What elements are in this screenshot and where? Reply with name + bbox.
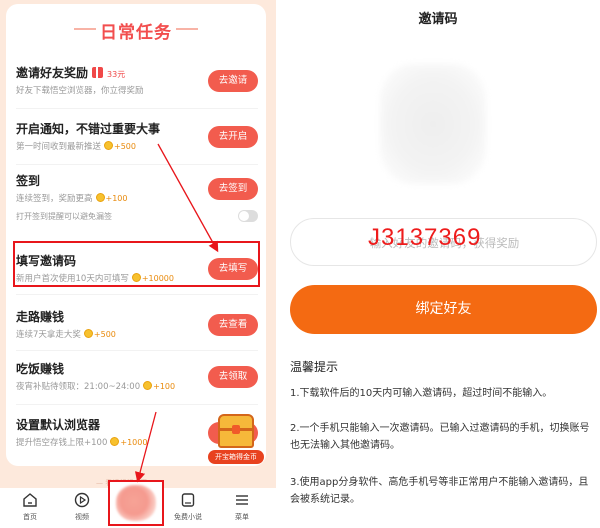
task-desc: 夜宵补贴待领取：21:00~24:00: [16, 382, 141, 392]
invite-button[interactable]: 去邀请: [208, 70, 258, 92]
divider: [16, 108, 258, 109]
task-name: 开启通知，不错过重要大事: [16, 122, 161, 136]
task-desc: 连续签到，奖励更高: [16, 194, 93, 204]
tip-item: 3.使用app分身软件、高危手机号等非正常用户不能输入邀请码，且会被系统记录。: [290, 477, 589, 505]
task-desc: 提升悟空存钱上限+100: [16, 438, 108, 448]
invite-code-task-highlight: [13, 241, 260, 287]
coin-icon: [83, 329, 93, 338]
check-in-reminder-row: 打开签到提醒可以避免漏签: [16, 210, 258, 224]
task-name: 邀请好友奖励: [16, 66, 89, 80]
treasure-label: 开宝箱得金币: [208, 450, 264, 464]
claim-meal-button[interactable]: 去领取: [208, 366, 258, 388]
nav-label: 免费小说: [174, 513, 202, 521]
blurred-center-icon: [116, 485, 156, 521]
task-name: 走路赚钱: [16, 310, 65, 324]
coin-icon: [143, 381, 153, 390]
book-icon: [181, 493, 195, 507]
enable-notifications-button[interactable]: 去开启: [208, 126, 258, 148]
home-icon: [23, 493, 37, 507]
tips-title: 温馨提示: [290, 360, 339, 374]
nav-label: 视频: [75, 513, 89, 521]
red-envelope-icon: [92, 67, 104, 78]
divider: [16, 164, 258, 165]
page-title: 邀请码: [418, 12, 458, 27]
task-reward: 33元: [107, 70, 126, 79]
nav-label: 菜单: [235, 513, 249, 521]
invite-code-page: 邀请码 输入好友的邀请码，获得奖励 J3137369 绑定好友 温馨提示 1.下…: [276, 0, 600, 528]
nav-novels[interactable]: 免费小说: [168, 492, 208, 526]
reminder-text: 打开签到提醒可以避免漏签: [16, 212, 112, 221]
treasure-chest-icon: [218, 414, 254, 448]
nav-home[interactable]: 首页: [10, 492, 50, 526]
task-reward: +100: [105, 194, 128, 203]
check-in-button[interactable]: 去签到: [208, 178, 258, 200]
task-reward: +100: [153, 382, 176, 391]
treasure-chest-widget[interactable]: 开宝箱得金币: [208, 414, 264, 474]
bind-friend-button[interactable]: 绑定好友: [290, 285, 597, 334]
nav-video[interactable]: 视频: [62, 492, 102, 526]
task-name: 签到: [16, 174, 41, 188]
tip-item: 1.下载软件后的10天内可输入邀请码，超过时间不能输入。: [290, 388, 553, 399]
task-desc: 第一时间收到最新推送: [16, 142, 102, 152]
task-name: 设置默认浏览器: [16, 418, 101, 432]
daily-tasks-card: 日常任务 邀请好友奖励 33元 好友下载悟空浏览器，你立得奖励 去邀请 开启通知，…: [6, 4, 266, 466]
task-desc: 连续7天拿走大奖: [16, 330, 81, 340]
task-reward: +500: [114, 142, 136, 151]
title-decoration-right: [176, 28, 198, 30]
divider: [16, 294, 258, 295]
task-desc: 好友下载悟空浏览器，你立得奖励: [16, 86, 144, 96]
task-reward: +500: [93, 330, 116, 339]
menu-icon: [236, 495, 248, 505]
reminder-toggle[interactable]: [238, 210, 258, 222]
invite-code-value: J3137369: [368, 224, 482, 251]
coin-icon: [95, 193, 105, 202]
center-nav-button-highlight[interactable]: [108, 480, 164, 526]
divider: [16, 404, 258, 405]
tip-item: 2.一个手机只能输入一次邀请码。已输入过邀请码的手机，切换账号也无法输入其他邀请…: [290, 423, 590, 451]
view-walking-button[interactable]: 去查看: [208, 314, 258, 336]
task-walk-earn: 走路赚钱 连续7天拿走大奖 +500 去查看: [6, 304, 266, 360]
task-reward: +1000: [120, 438, 148, 447]
task-name: 吃饭赚钱: [16, 362, 65, 376]
nav-menu[interactable]: 菜单: [222, 492, 262, 526]
nav-label: 首页: [23, 513, 37, 521]
card-title: 日常任务: [100, 23, 172, 43]
coin-icon: [104, 141, 114, 150]
divider: [16, 350, 258, 351]
play-icon: [74, 492, 90, 508]
coin-icon: [110, 437, 120, 446]
daily-tasks-panel: 日常任务 邀请好友奖励 33元 好友下载悟空浏览器，你立得奖励 去邀请 开启通知，…: [0, 0, 276, 528]
blurred-image: [380, 64, 486, 184]
